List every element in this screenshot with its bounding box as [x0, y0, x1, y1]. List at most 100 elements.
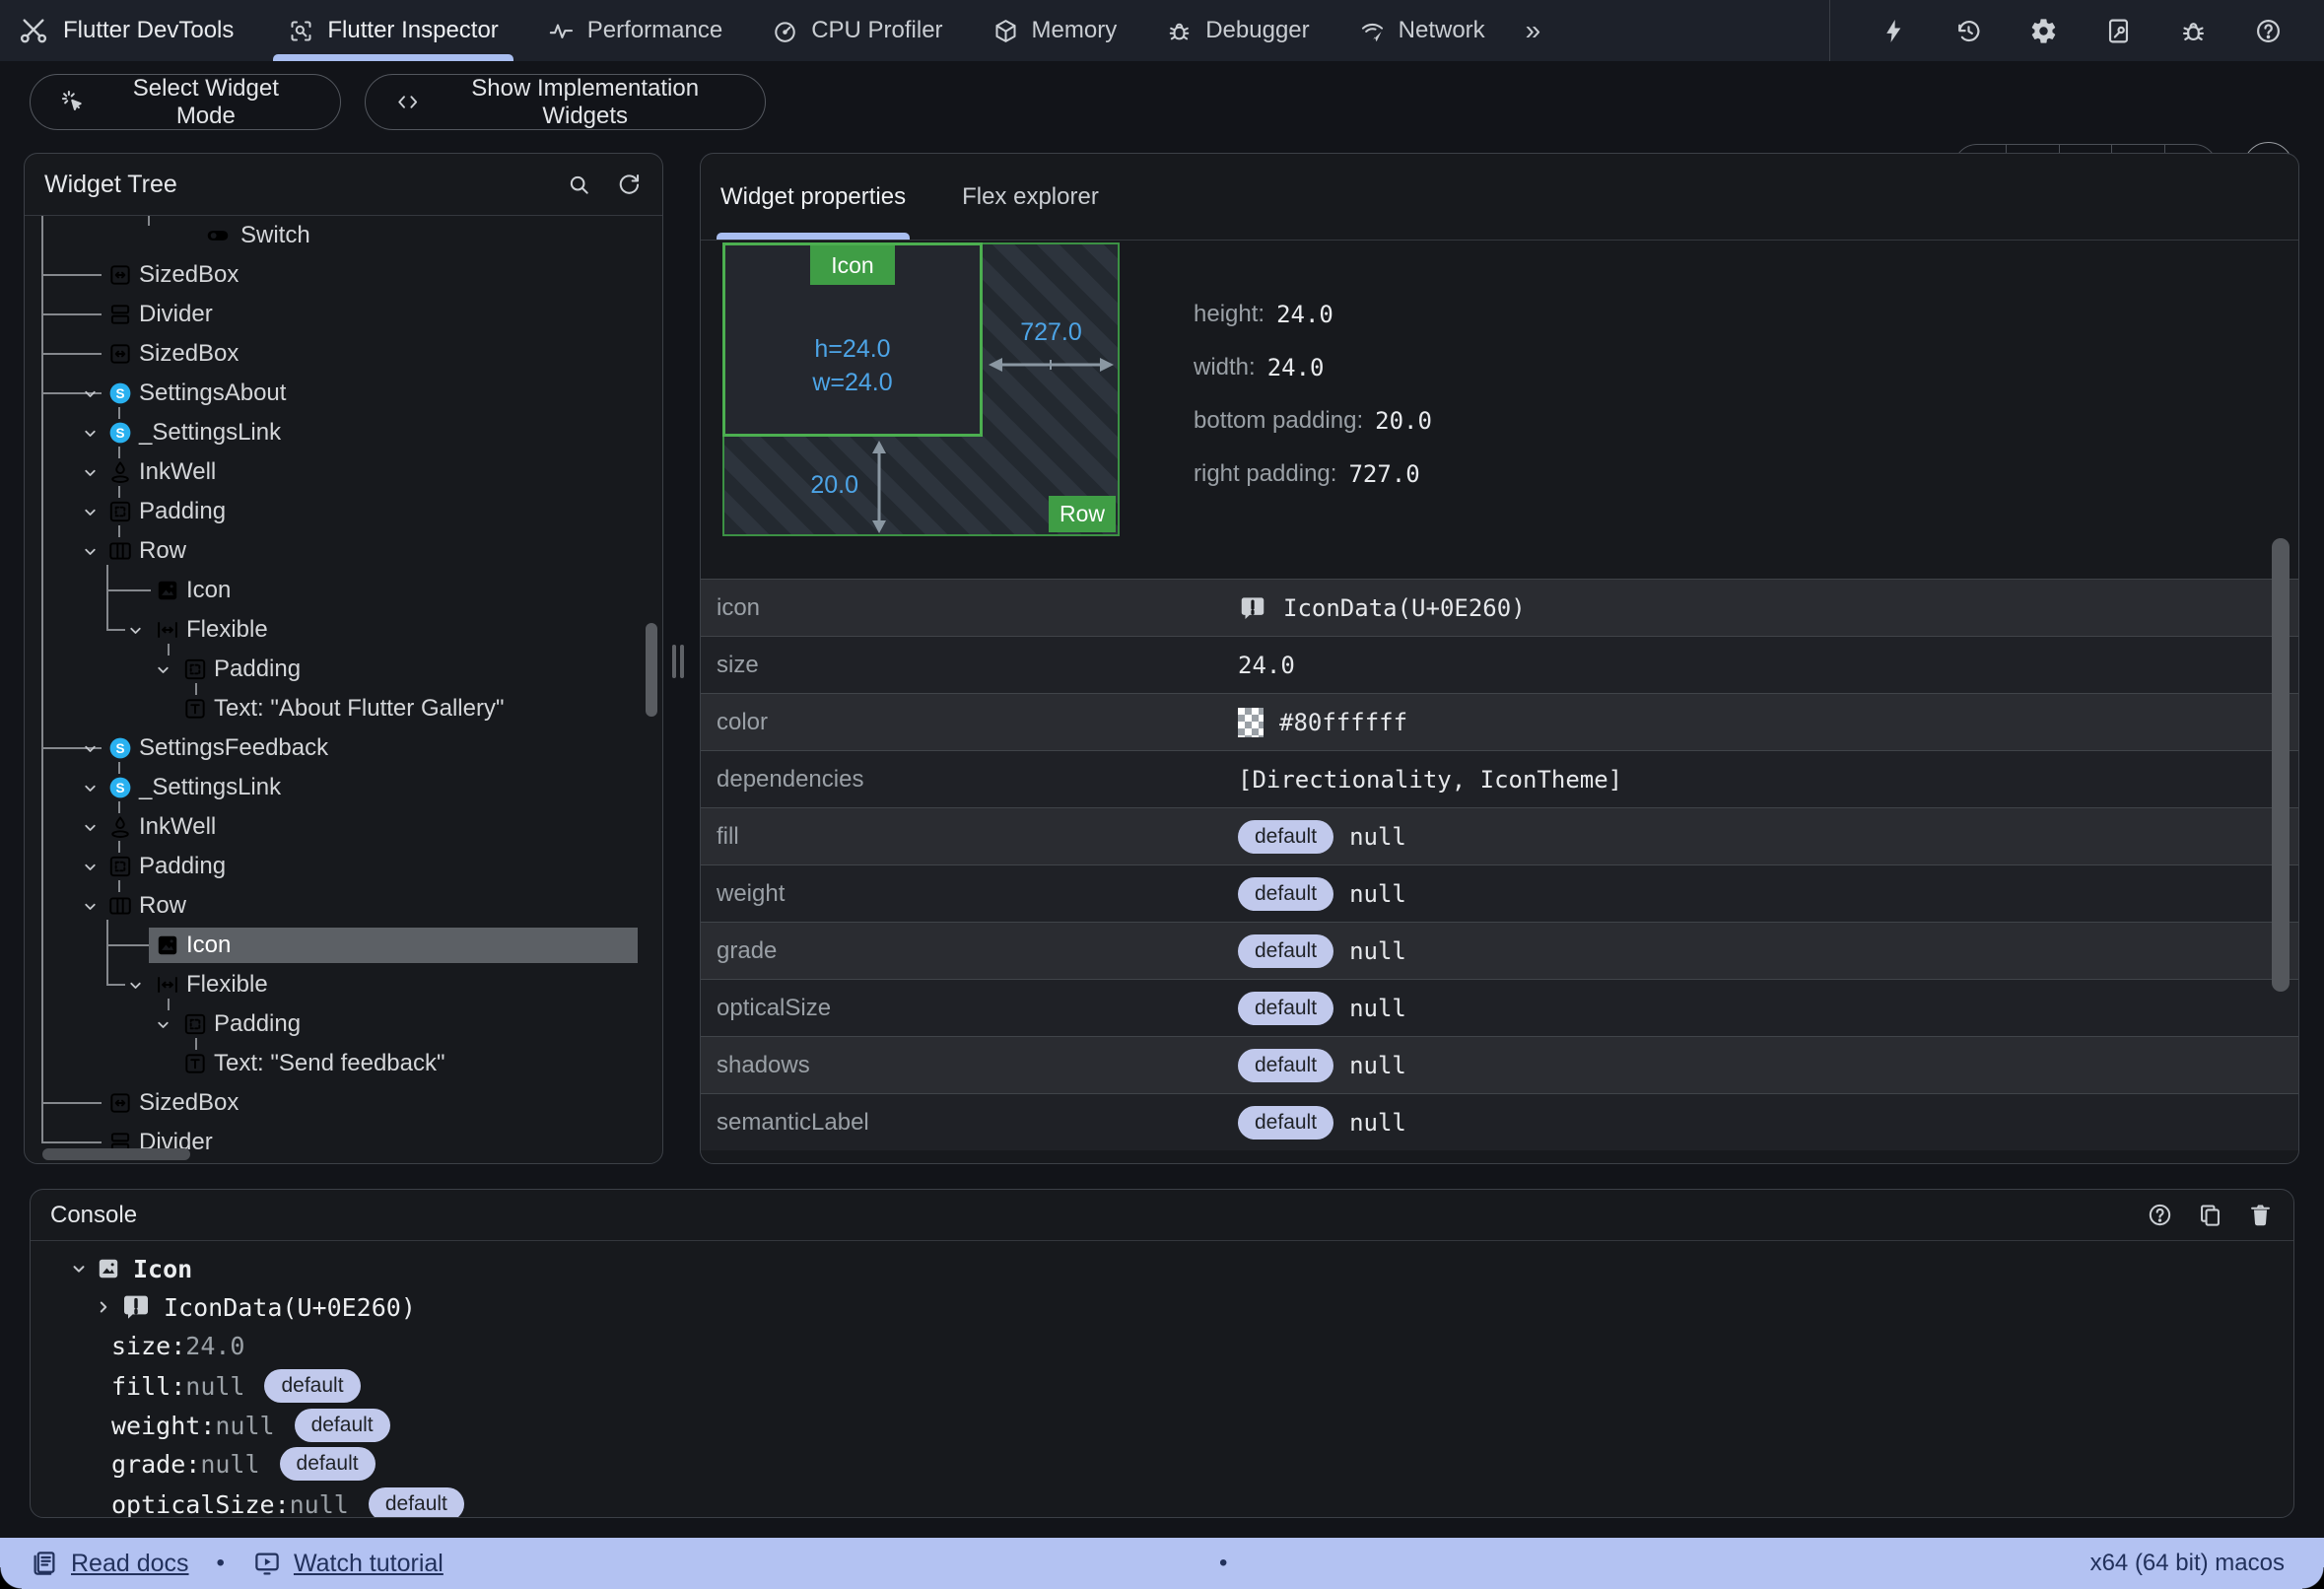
- tree-row-text-send-feedback[interactable]: Text: "Send feedback": [25, 1044, 662, 1083]
- property-row-color[interactable]: color#80ffffff: [701, 693, 2298, 750]
- copy-icon[interactable]: [2197, 1202, 2223, 1228]
- chevron-down-icon[interactable]: [155, 650, 171, 689]
- tree-row-text-about-flutter-gallery[interactable]: Text: "About Flutter Gallery": [25, 689, 662, 728]
- chevron-down-icon[interactable]: [82, 768, 99, 807]
- chevron-down-icon[interactable]: [127, 965, 144, 1004]
- tab-flutter-inspector[interactable]: Flutter Inspector: [263, 0, 522, 61]
- layout-summary: height:24.0width:24.0bottom padding:20.0…: [1194, 288, 1432, 501]
- tab-performance[interactable]: Performance: [523, 0, 747, 61]
- chevron-down-icon[interactable]: [82, 728, 99, 768]
- code-icon: [395, 89, 420, 115]
- layout-widget-box[interactable]: Icon h=24.0w=24.0: [722, 242, 983, 437]
- widget-tree: SwitchSizedBoxDividerSizedBoxSSettingsAb…: [25, 216, 662, 1164]
- tree-row-padding[interactable]: Padding: [25, 1004, 662, 1044]
- tree-row-padding[interactable]: Padding: [25, 650, 662, 689]
- chevron-down-icon[interactable]: [82, 452, 99, 492]
- tab-debugger[interactable]: Debugger: [1141, 0, 1333, 61]
- tree-row-flexible[interactable]: Flexible: [25, 965, 662, 1004]
- search-icon[interactable]: [566, 172, 592, 198]
- tree-row-settingsabout[interactable]: SSettingsAbout: [25, 374, 662, 413]
- tree-row-sizedbox[interactable]: SizedBox: [25, 334, 662, 374]
- property-value: null: [1349, 1052, 1406, 1079]
- help-icon[interactable]: [2254, 17, 2283, 45]
- select-widget-mode-button[interactable]: Select Widget Mode: [30, 74, 341, 130]
- hot-reload-bolt-icon[interactable]: [1880, 17, 1908, 45]
- show-implementation-widgets-button[interactable]: Show Implementation Widgets: [365, 74, 766, 130]
- tree-row-inkwell[interactable]: InkWell: [25, 807, 662, 847]
- chevron-down-icon[interactable]: [82, 492, 99, 531]
- tab-cpu-profiler[interactable]: CPU Profiler: [747, 0, 967, 61]
- refresh-icon[interactable]: [616, 172, 643, 198]
- panel-resize-handle[interactable]: [672, 645, 684, 678]
- tree-row-inkwell[interactable]: InkWell: [25, 452, 662, 492]
- tree-row-settingslink[interactable]: S_SettingsLink: [25, 768, 662, 807]
- chevron-down-icon[interactable]: [82, 413, 99, 452]
- chevron-right-icon[interactable]: [95, 1298, 112, 1316]
- layout-parent-label: Row: [1049, 496, 1116, 532]
- widget-tree-title: Widget Tree: [44, 171, 177, 199]
- tree-row-icon[interactable]: Icon: [25, 571, 662, 610]
- properties-scrollbar[interactable]: [2272, 538, 2290, 992]
- console-property-value: null: [200, 1450, 259, 1479]
- svg-text:S: S: [115, 781, 124, 795]
- chevron-down-icon[interactable]: [82, 807, 99, 847]
- tree-row-row[interactable]: Row: [25, 886, 662, 926]
- tree-row-padding[interactable]: Padding: [25, 492, 662, 531]
- tab-flex-explorer[interactable]: Flex explorer: [962, 154, 1099, 240]
- chevron-down-icon[interactable]: [82, 886, 99, 926]
- chevron-down-icon[interactable]: [70, 1260, 88, 1278]
- console-line-icondata-u-0e260[interactable]: IconData(U+0E260): [31, 1287, 2293, 1327]
- property-row-icon[interactable]: iconIconData(U+0E260): [701, 579, 2298, 636]
- tree-vertical-scrollbar[interactable]: [646, 623, 657, 717]
- property-row-opticalsize[interactable]: opticalSizedefaultnull: [701, 979, 2298, 1036]
- tree-row-icon[interactable]: Icon: [25, 926, 662, 965]
- default-badge: default: [295, 1409, 390, 1442]
- chevron-down-icon[interactable]: [82, 374, 99, 413]
- tree-row-label: SizedBox: [139, 334, 239, 374]
- hot-restart-history-icon[interactable]: [1954, 17, 1983, 45]
- tab-widget-properties[interactable]: Widget properties: [720, 154, 906, 240]
- tab-memory[interactable]: Memory: [968, 0, 1142, 61]
- property-value-cell: defaultnull: [1238, 808, 1406, 865]
- chevron-down-icon[interactable]: [82, 847, 99, 886]
- property-row-semanticlabel[interactable]: semanticLabeldefaultnull: [701, 1093, 2298, 1150]
- property-row-size[interactable]: size24.0: [701, 636, 2298, 693]
- console-line-icon[interactable]: Icon: [31, 1249, 2293, 1288]
- property-row-weight[interactable]: weightdefaultnull: [701, 864, 2298, 922]
- chevron-down-icon[interactable]: [82, 531, 99, 571]
- devtools-extensions-icon[interactable]: [2104, 17, 2133, 45]
- svg-text:S: S: [115, 426, 124, 441]
- tab-overflow-button[interactable]: »: [1510, 0, 1557, 61]
- chevron-down-icon[interactable]: [127, 610, 144, 650]
- tree-row-row[interactable]: Row: [25, 531, 662, 571]
- property-row-dependencies[interactable]: dependencies[Directionality, IconTheme]: [701, 750, 2298, 807]
- tree-horizontal-scrollbar[interactable]: [42, 1148, 190, 1160]
- tree-row-switch[interactable]: Switch: [25, 216, 662, 255]
- settings-gear-icon[interactable]: [2029, 17, 2058, 45]
- tab-label: CPU Profiler: [811, 17, 942, 44]
- watch-tutorial-link[interactable]: Watch tutorial: [294, 1550, 444, 1578]
- right-padding-value: 727.0: [987, 318, 1116, 347]
- tree-row-padding[interactable]: Padding: [25, 847, 662, 886]
- tree-row-sizedbox[interactable]: SizedBox: [25, 1083, 662, 1123]
- property-row-fill[interactable]: filldefaultnull: [701, 807, 2298, 864]
- help-icon[interactable]: [2147, 1202, 2173, 1228]
- property-row-shadows[interactable]: shadowsdefaultnull: [701, 1036, 2298, 1093]
- property-row-grade[interactable]: gradedefaultnull: [701, 922, 2298, 979]
- console-property-value: null: [185, 1372, 244, 1401]
- tree-row-divider[interactable]: Divider: [25, 295, 662, 334]
- tree-row-flexible[interactable]: Flexible: [25, 610, 662, 650]
- trash-icon[interactable]: [2247, 1202, 2274, 1228]
- imageicon-icon: [96, 1256, 121, 1281]
- tree-row-settingsfeedback[interactable]: SSettingsFeedback: [25, 728, 662, 768]
- tree-row-sizedbox[interactable]: SizedBox: [25, 255, 662, 295]
- flexible-icon: [155, 610, 180, 650]
- read-docs-link[interactable]: Read docs: [71, 1550, 189, 1578]
- chevron-down-icon[interactable]: [155, 1004, 171, 1044]
- report-bug-icon[interactable]: [2179, 17, 2208, 45]
- tree-row-label: SizedBox: [139, 1083, 239, 1123]
- tab-network[interactable]: Network: [1334, 0, 1510, 61]
- console-line-fill: fill: nulldefault: [31, 1366, 2293, 1406]
- padding-icon: [107, 492, 133, 531]
- tree-row-settingslink[interactable]: S_SettingsLink: [25, 413, 662, 452]
